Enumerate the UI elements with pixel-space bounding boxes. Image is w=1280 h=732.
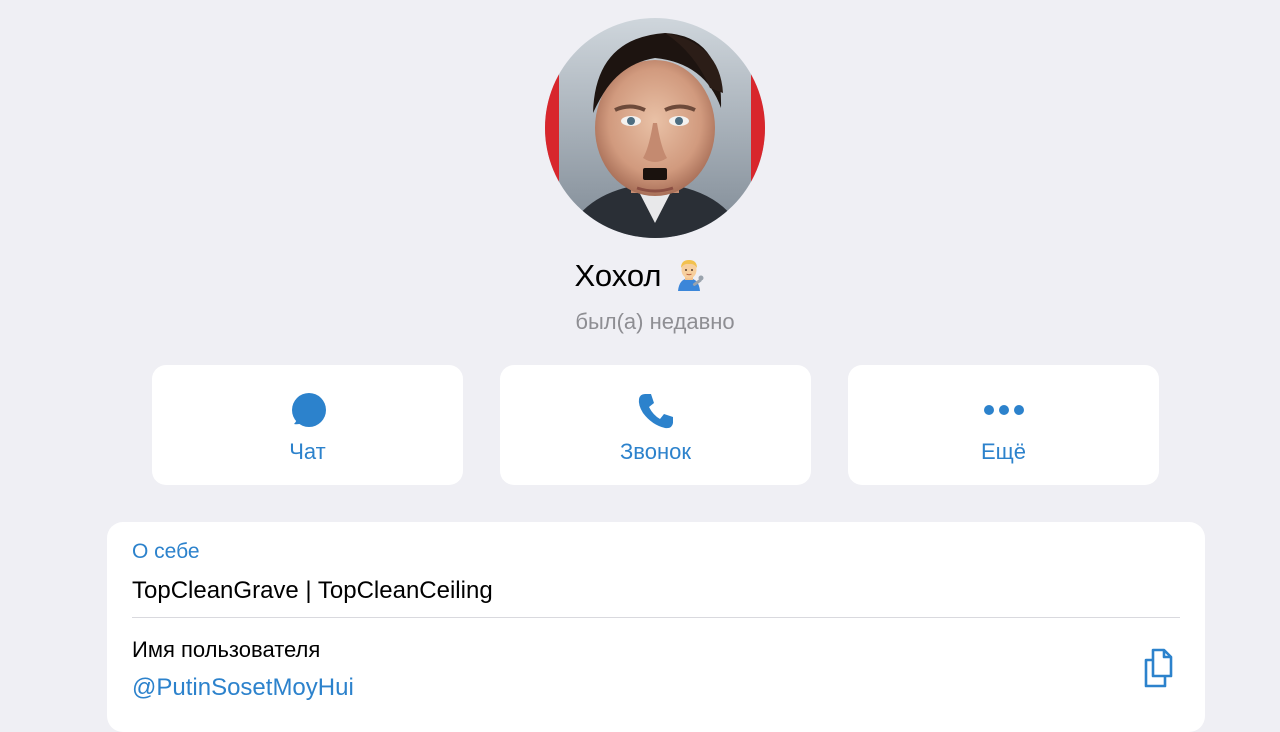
info-card: О себе TopCleanGrave | TopCleanCeiling И… — [107, 522, 1205, 732]
username-label: Имя пользователя — [132, 637, 321, 662]
profile-name: Хохол — [0, 256, 1280, 296]
profile-status: был(а) недавно — [575, 309, 735, 334]
phone-icon — [500, 391, 811, 431]
man-mechanic-emoji-icon — [672, 257, 706, 291]
profile-name-text: Хохол — [574, 258, 662, 293]
profile-avatar[interactable] — [545, 18, 765, 238]
info-divider — [132, 617, 1180, 618]
about-label: О себе — [132, 540, 200, 563]
call-button-label: Звонок — [620, 439, 691, 464]
chat-button[interactable]: Чат — [152, 365, 463, 485]
call-button[interactable]: Звонок — [500, 365, 811, 485]
about-text[interactable]: TopCleanGrave | TopCleanCeiling — [132, 576, 493, 606]
more-dots-icon — [848, 391, 1159, 431]
copy-username-button[interactable] — [1137, 646, 1181, 690]
more-button[interactable]: Ещё — [848, 365, 1159, 485]
username-link[interactable]: @PutinSosetMoyHui — [132, 673, 354, 703]
copy-icon — [1144, 648, 1173, 688]
more-button-label: Ещё — [980, 439, 1026, 464]
chat-bubble-icon — [152, 391, 463, 431]
chat-button-label: Чат — [289, 439, 326, 464]
